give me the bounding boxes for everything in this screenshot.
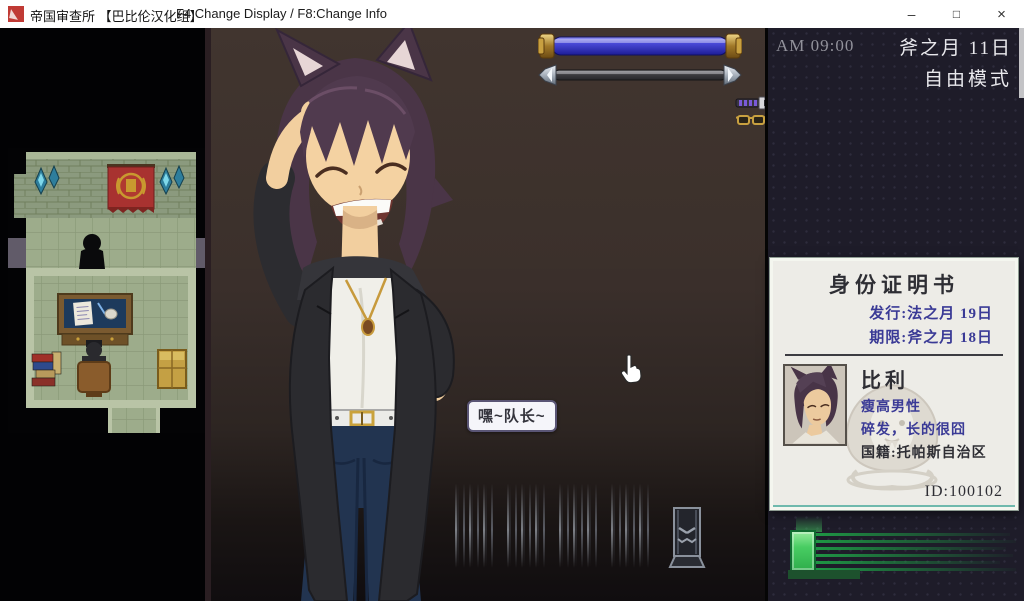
- info-panel: AM 09:00 斧之月 11日 自由模式 身份证明书 发行:法之月 19日 期…: [768, 28, 1024, 601]
- minimap: [8, 148, 206, 433]
- id-card-nationality: 国籍:托帕斯自治区: [861, 442, 987, 462]
- id-card-accent-line: [773, 505, 1015, 507]
- id-card-photo: [783, 364, 847, 446]
- game-mode-label: 自由模式: [924, 64, 1012, 91]
- id-card-build: 瘦高男性: [861, 396, 987, 416]
- purple-baton-icon[interactable]: [735, 94, 767, 112]
- light-streaks: [455, 483, 675, 568]
- titlebar: 帝国审查所 【巴比伦汉化组】 F4:Change Display / F8:Ch…: [0, 0, 1024, 28]
- edge-strip: [1019, 28, 1024, 98]
- map-crate: [158, 350, 186, 388]
- app-icon: [8, 6, 24, 22]
- green-gauge-fill: [790, 530, 816, 572]
- gold-glasses-icon[interactable]: [736, 112, 766, 127]
- close-button[interactable]: ×: [979, 0, 1024, 28]
- id-card-number: ID:100102: [925, 483, 1003, 501]
- demon-face-statue-icon: [662, 506, 712, 568]
- clock-time: AM 09:00: [776, 36, 854, 56]
- map-desk: [58, 294, 132, 345]
- calendar-date: 斧之月 11日: [899, 33, 1012, 60]
- map-banner: [107, 164, 155, 213]
- game-viewport: 嘿~队长~ AM: [0, 28, 1024, 601]
- speech-bubble: 嘿~队长~: [467, 400, 557, 432]
- light-streak-group: [559, 483, 601, 568]
- minimize-button[interactable]: –: [889, 0, 934, 28]
- map-corridor-left: [8, 238, 26, 268]
- game-window: 帝国审查所 【巴比伦汉化组】 F4:Change Display / F8:Ch…: [0, 0, 1024, 601]
- gray-gauge: [538, 63, 742, 87]
- map-corridor-bottom: [112, 408, 156, 433]
- maximize-button[interactable]: □: [934, 0, 979, 28]
- map-floor-upper: [26, 218, 196, 268]
- blue-gauge: [538, 33, 742, 59]
- id-card-expires: 期限:斧之月 18日: [773, 326, 1015, 347]
- light-streak-group: [507, 483, 549, 568]
- light-streak-group: [455, 483, 497, 568]
- light-streak-group: [611, 483, 653, 568]
- hand-cursor: [617, 353, 643, 385]
- hotkeys-hint: F4:Change Display / F8:Change Info: [176, 6, 387, 21]
- stage: 嘿~队长~: [205, 28, 768, 601]
- green-gauge-base: [788, 570, 860, 579]
- id-card[interactable]: 身份证明书 发行:法之月 19日 期限:斧之月 18日: [770, 258, 1018, 510]
- speech-bubble-text: 嘿~队长~: [478, 408, 546, 425]
- id-card-title: 身份证明书: [773, 269, 1015, 299]
- id-card-issued: 发行:法之月 19日: [773, 302, 1015, 323]
- id-card-divider: [785, 354, 1003, 356]
- id-card-hair: 碎发，长的很囧: [861, 419, 987, 439]
- id-card-name: 比利: [861, 364, 987, 393]
- green-gauge: [788, 516, 1018, 578]
- minimap-panel: [0, 28, 205, 601]
